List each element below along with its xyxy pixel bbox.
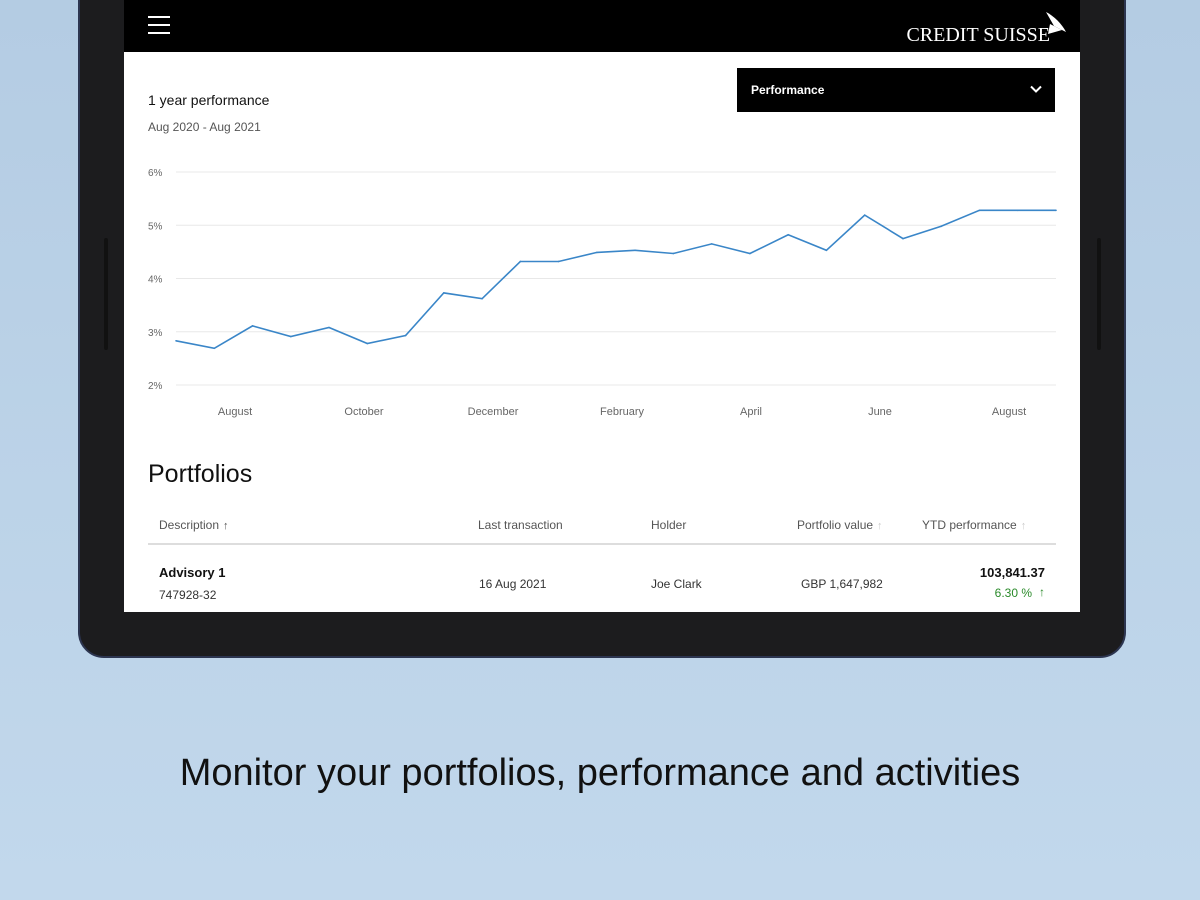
portfolio-value: GBP 1,647,982 [801,577,883,591]
ytd-percent: 6.30 % [994,586,1032,600]
performance-data-point [289,335,292,338]
chevron-down-icon [1030,85,1042,93]
column-header-ytd-performance[interactable]: YTD performance ↑ [922,518,1026,532]
column-header-ytd-performance-label: YTD performance [922,518,1017,532]
sort-inactive-icon: ↑ [1020,520,1027,532]
x-tick-label: August [218,406,252,418]
tablet-side-button-left [104,238,108,350]
performance-data-point [978,209,981,212]
performance-series-line [175,209,1056,350]
performance-data-point [328,326,330,329]
performance-data-point [481,297,483,300]
performance-data-point [251,325,254,327]
performance-data-point [787,234,789,236]
column-header-description-label: Description [159,518,220,532]
dropdown-selected-label: Performance [751,83,825,97]
performance-data-point [902,237,904,240]
brand-logo: CREDIT SUISSE [906,24,1050,46]
performance-dropdown[interactable]: Performance [737,68,1055,112]
y-tick-label: 6% [148,168,163,179]
portfolio-number: 747928-32 [159,588,217,602]
x-tick-label: August [992,406,1026,418]
x-tick-label: December [468,406,519,418]
app-screen: CREDIT SUISSE 1 year performance Aug 202… [124,0,1080,612]
column-header-portfolio-value[interactable]: Portfolio value ↑ [797,518,883,532]
performance-data-point [672,252,675,255]
performance-data-point [175,340,177,342]
performance-data-point [557,260,560,263]
sort-ascending-icon: ↑ [223,520,229,532]
caption-text: Monitor your portfolios, performance and… [179,752,1021,794]
performance-data-point [634,249,636,252]
column-header-holder[interactable]: Holder [651,518,686,532]
performance-chart: 6% 5% 4% 3% 2% August October December February A… [148,168,1057,418]
tablet-side-button-right [1097,238,1101,350]
performance-data-point [1055,209,1057,212]
performance-title: 1 year performance [148,92,270,108]
performance-data-point [1016,209,1019,212]
top-bar: CREDIT SUISSE [124,0,1080,52]
table-header-divider [148,543,1056,545]
portfolio-name: Advisory 1 [159,565,226,580]
performance-data-point [213,347,216,350]
y-tick-label: 2% [148,381,163,392]
column-header-holder-label: Holder [651,518,687,532]
column-header-portfolio-value-label: Portfolio value [797,518,874,532]
x-tick-label: June [868,406,892,418]
performance-data-point [710,243,713,245]
x-tick-label: April [740,406,762,418]
x-tick-label: October [344,406,383,418]
sail-logo-icon [1046,12,1066,34]
y-tick-label: 3% [148,328,163,339]
table-row[interactable]: Advisory 1 747928-32 16 Aug 2021 Joe Cla… [148,552,1056,612]
performance-data-point [404,334,407,337]
column-header-last-transaction[interactable]: Last transaction [478,518,563,532]
last-transaction-date: 16 Aug 2021 [479,577,547,591]
portfolios-title: Portfolios [148,460,253,488]
column-header-description[interactable]: Description ↑ [159,518,229,532]
performance-data-point [863,214,866,216]
performance-data-point [443,292,445,294]
column-header-last-transaction-label: Last transaction [478,518,563,532]
ytd-value: 103,841.37 [979,565,1045,580]
y-tick-label: 4% [148,275,163,286]
sort-inactive-icon: ↑ [877,520,883,532]
hamburger-menu-icon[interactable] [148,16,170,34]
performance-data-point [519,260,522,263]
performance-data-point [940,225,943,228]
x-tick-label: February [600,406,645,418]
holder-name: Joe Clark [651,577,702,591]
performance-data-point [749,252,751,255]
y-tick-label: 5% [148,221,163,232]
performance-data-point [596,251,598,254]
performance-data-point [366,342,369,345]
performance-data-point [825,249,828,252]
arrow-up-icon: ↑ [1039,585,1045,599]
performance-date-range: Aug 2020 - Aug 2021 [148,120,261,134]
